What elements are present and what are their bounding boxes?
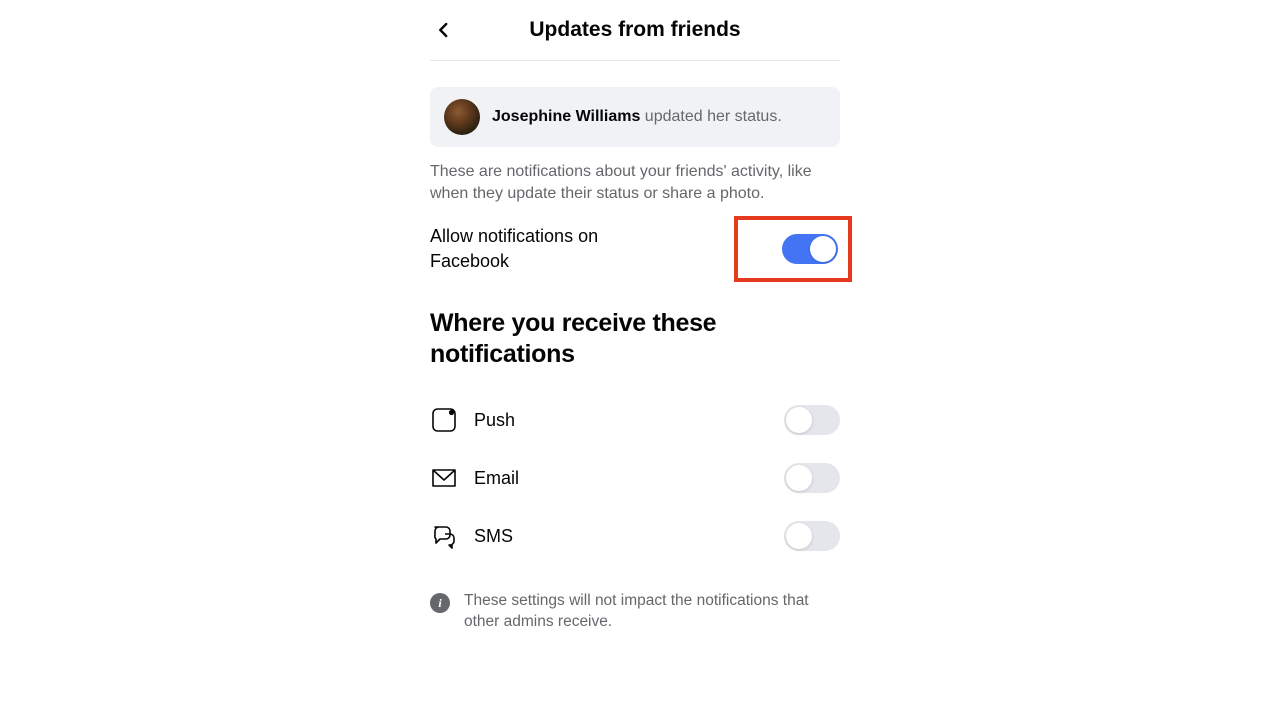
allow-notifications-toggle[interactable] (782, 234, 838, 264)
email-toggle[interactable] (784, 463, 840, 493)
notification-example-card: Josephine Williams updated her status. (430, 87, 840, 147)
sms-icon (430, 522, 458, 550)
channel-label: Push (474, 410, 768, 431)
channel-row-email: Email (430, 449, 840, 507)
description-text: These are notifications about your frien… (430, 161, 840, 204)
info-icon: i (430, 593, 450, 613)
avatar (444, 99, 480, 135)
page-title: Updates from friends (529, 18, 740, 42)
back-button[interactable] (432, 18, 456, 42)
allow-notifications-label: Allow notifications on Facebook (430, 224, 650, 274)
channel-row-push: Push (430, 391, 840, 449)
toggle-knob (810, 236, 836, 262)
sms-toggle[interactable] (784, 521, 840, 551)
channel-row-sms: SMS (430, 507, 840, 565)
toggle-knob (786, 465, 812, 491)
push-toggle[interactable] (784, 405, 840, 435)
notification-example-text: Josephine Williams updated her status. (492, 107, 782, 128)
push-icon (430, 406, 458, 434)
channel-label: Email (474, 468, 768, 489)
admin-note-text: These settings will not impact the notif… (464, 591, 840, 633)
allow-notifications-row: Allow notifications on Facebook (430, 224, 840, 282)
header: Updates from friends (430, 18, 840, 61)
section-heading: Where you receive these notifications (430, 308, 750, 369)
channel-list: Push Email S (430, 391, 840, 565)
toggle-knob (786, 407, 812, 433)
settings-page: Updates from friends Josephine Williams … (430, 0, 840, 633)
channel-label: SMS (474, 526, 768, 547)
highlight-annotation (734, 216, 852, 282)
chevron-left-icon (435, 21, 453, 39)
example-user-name: Josephine Williams (492, 108, 640, 125)
admin-note-row: i These settings will not impact the not… (430, 591, 840, 633)
example-action-text: updated her status. (640, 108, 781, 125)
toggle-knob (786, 523, 812, 549)
email-icon (430, 464, 458, 492)
